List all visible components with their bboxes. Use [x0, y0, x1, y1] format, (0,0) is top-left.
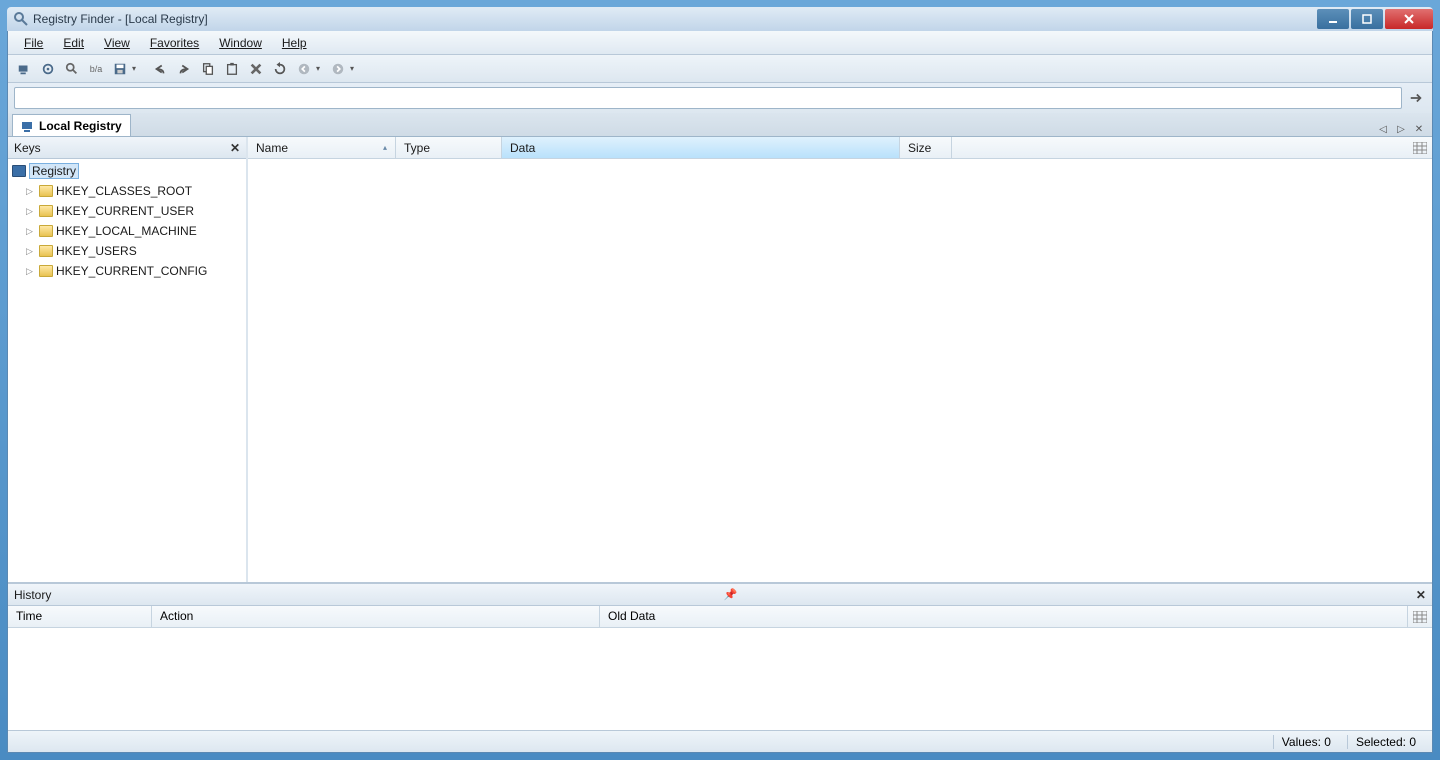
address-input[interactable]	[14, 87, 1402, 109]
history-panel: History 📌 ✕ Time Action Old Data	[8, 582, 1432, 730]
pin-icon[interactable]: 📌	[724, 588, 738, 601]
menu-file[interactable]: File	[16, 34, 51, 52]
history-view-mode-icon[interactable]	[1408, 606, 1432, 627]
history-columns: Time Action Old Data	[8, 606, 1432, 628]
close-button[interactable]	[1385, 9, 1433, 29]
status-values: Values: 0	[1273, 735, 1339, 749]
col-name[interactable]: Name▴	[248, 137, 396, 158]
forward-icon[interactable]	[328, 59, 348, 79]
app-icon	[13, 11, 29, 27]
keys-close-icon[interactable]: ✕	[230, 141, 240, 155]
tree-label: HKEY_CLASSES_ROOT	[56, 184, 192, 198]
col-type[interactable]: Type	[396, 137, 502, 158]
tree-label: HKEY_CURRENT_CONFIG	[56, 264, 207, 278]
menu-favorites[interactable]: Favorites	[142, 34, 207, 52]
main-split: Keys ✕ Registry ▷ HKEY_CLASSES_ROOT ▷	[8, 137, 1432, 582]
col-size[interactable]: Size	[900, 137, 952, 158]
folder-icon	[39, 185, 53, 197]
tree-root-label: Registry	[29, 163, 79, 179]
go-icon[interactable]	[1406, 88, 1426, 108]
history-title: History	[14, 588, 51, 602]
col-data[interactable]: Data	[502, 137, 900, 158]
connect-icon[interactable]	[14, 59, 34, 79]
tree-label: HKEY_CURRENT_USER	[56, 204, 194, 218]
folder-icon	[39, 205, 53, 217]
app-window: Registry Finder - [Local Registry] File …	[0, 0, 1440, 760]
client-area: File Edit View Favorites Window Help b/a…	[7, 31, 1433, 753]
refresh-icon[interactable]	[270, 59, 290, 79]
back-icon[interactable]	[294, 59, 314, 79]
copy-icon[interactable]	[198, 59, 218, 79]
tree-item-hku[interactable]: ▷ HKEY_USERS	[8, 241, 246, 261]
tab-controls: ◁ ▷ ✕	[1376, 122, 1432, 136]
expander-icon[interactable]: ▷	[26, 206, 36, 217]
tree-label: HKEY_LOCAL_MACHINE	[56, 224, 197, 238]
folder-icon	[39, 245, 53, 257]
minimize-button[interactable]	[1317, 9, 1349, 29]
history-header: History 📌 ✕	[8, 584, 1432, 606]
keys-title: Keys	[14, 141, 41, 155]
view-mode-icon[interactable]	[1408, 137, 1432, 158]
status-selected: Selected: 0	[1347, 735, 1424, 749]
expander-icon[interactable]: ▷	[26, 266, 36, 277]
tree-label: HKEY_USERS	[56, 244, 137, 258]
hcol-time[interactable]: Time	[8, 606, 152, 627]
col-spacer	[952, 137, 1408, 158]
tree-root[interactable]: Registry	[8, 161, 246, 181]
computer-icon	[12, 165, 26, 177]
folder-icon	[39, 265, 53, 277]
hcol-action[interactable]: Action	[152, 606, 600, 627]
tree-item-hkcu[interactable]: ▷ HKEY_CURRENT_USER	[8, 201, 246, 221]
menu-view[interactable]: View	[96, 34, 138, 52]
find-icon[interactable]	[62, 59, 82, 79]
history-grid[interactable]	[8, 628, 1432, 730]
addressbar	[8, 83, 1432, 113]
delete-icon[interactable]	[246, 59, 266, 79]
window-title: Registry Finder - [Local Registry]	[33, 12, 208, 26]
replace-icon[interactable]: b/a	[86, 59, 106, 79]
paste-icon[interactable]	[222, 59, 242, 79]
tree-item-hklm[interactable]: ▷ HKEY_LOCAL_MACHINE	[8, 221, 246, 241]
sort-asc-icon: ▴	[383, 143, 387, 152]
toolbar: b/a ▾ ▾ ▾	[8, 55, 1432, 83]
history-close-icon[interactable]: ✕	[1416, 588, 1426, 602]
keys-header: Keys ✕	[8, 137, 246, 159]
back-dropdown-icon[interactable]: ▾	[316, 64, 324, 73]
values-panel: Name▴ Type Data Size	[248, 137, 1432, 582]
undo-icon[interactable]	[150, 59, 170, 79]
tab-local-registry[interactable]: Local Registry	[12, 114, 131, 136]
values-grid[interactable]	[248, 159, 1432, 582]
expander-icon[interactable]: ▷	[26, 186, 36, 197]
folder-icon	[39, 225, 53, 237]
expander-icon[interactable]: ▷	[26, 226, 36, 237]
registry-icon	[21, 119, 35, 133]
tree-item-hkcc[interactable]: ▷ HKEY_CURRENT_CONFIG	[8, 261, 246, 281]
window-controls	[1315, 9, 1433, 29]
hcol-olddata[interactable]: Old Data	[600, 606, 1408, 627]
maximize-button[interactable]	[1351, 9, 1383, 29]
menubar: File Edit View Favorites Window Help	[8, 31, 1432, 55]
tab-label: Local Registry	[39, 119, 122, 133]
keys-panel: Keys ✕ Registry ▷ HKEY_CLASSES_ROOT ▷	[8, 137, 248, 582]
redo-icon[interactable]	[174, 59, 194, 79]
tab-prev-icon[interactable]: ◁	[1376, 122, 1390, 136]
registry-tree[interactable]: Registry ▷ HKEY_CLASSES_ROOT ▷ HKEY_CURR…	[8, 159, 246, 582]
menu-window[interactable]: Window	[211, 34, 270, 52]
tab-close-icon[interactable]: ✕	[1412, 122, 1426, 136]
tab-next-icon[interactable]: ▷	[1394, 122, 1408, 136]
forward-dropdown-icon[interactable]: ▾	[350, 64, 358, 73]
menu-edit[interactable]: Edit	[55, 34, 92, 52]
save-icon[interactable]	[110, 59, 130, 79]
titlebar[interactable]: Registry Finder - [Local Registry]	[7, 7, 1433, 31]
save-dropdown-icon[interactable]: ▾	[132, 64, 140, 73]
tree-item-hkcr[interactable]: ▷ HKEY_CLASSES_ROOT	[8, 181, 246, 201]
statusbar: Values: 0 Selected: 0	[8, 730, 1432, 752]
menu-help[interactable]: Help	[274, 34, 315, 52]
values-columns: Name▴ Type Data Size	[248, 137, 1432, 159]
refresh-network-icon[interactable]	[38, 59, 58, 79]
expander-icon[interactable]: ▷	[26, 246, 36, 257]
document-tabbar: Local Registry ◁ ▷ ✕	[8, 113, 1432, 137]
